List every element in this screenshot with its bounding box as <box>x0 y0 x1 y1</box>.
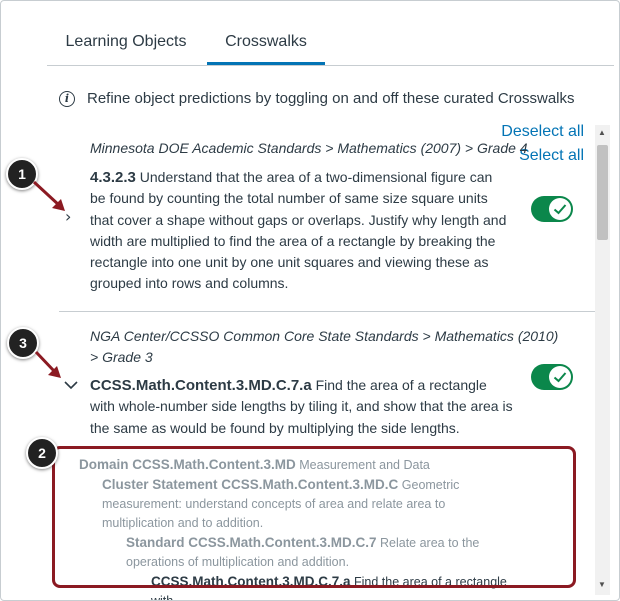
standard-code: 4.3.2.3 <box>90 169 136 186</box>
scroll-down-icon[interactable]: ▼ <box>598 580 606 589</box>
check-icon <box>549 366 571 388</box>
callout-badge-2: 2 <box>26 437 58 469</box>
chevron-down-icon[interactable] <box>64 376 78 394</box>
info-text: Refine object predictions by toggling on… <box>87 90 575 107</box>
crosswalk-standard: 4.3.2.3 Understand that the area of a tw… <box>90 167 510 295</box>
check-icon <box>549 198 571 220</box>
scroll-up-icon[interactable]: ▲ <box>598 128 606 137</box>
scrollbar[interactable]: ▲ ▼ <box>595 125 610 595</box>
callout-arrow-1 <box>32 180 65 211</box>
standard-description: Understand that the area of a two-dimens… <box>90 169 507 292</box>
info-icon: i <box>59 90 75 107</box>
info-message: i Refine object predictions by toggling … <box>59 90 575 107</box>
scrollbar-thumb[interactable] <box>597 145 608 240</box>
standard-code: CCSS.Math.Content.3.MD.C.7.a <box>90 377 312 394</box>
tab-learning-objects[interactable]: Learning Objects <box>52 27 200 65</box>
callout-arrow-3 <box>34 350 61 378</box>
crosswalk-breadcrumb-grade: > Grade 3 <box>90 349 153 365</box>
tab-crosswalks[interactable]: Crosswalks <box>207 27 325 65</box>
crosswalk-breadcrumb: NGA Center/CCSSO Common Core State Stand… <box>90 328 559 344</box>
crosswalk-toggle[interactable] <box>531 196 573 222</box>
crosswalk-standard: CCSS.Math.Content.3.MD.C.7.a Find the ar… <box>90 375 515 439</box>
annotation-highlight-box <box>52 446 576 588</box>
crosswalk-toggle[interactable] <box>531 364 573 390</box>
tab-bar: Learning Objects Crosswalks <box>47 27 614 66</box>
crosswalk-breadcrumb: Minnesota DOE Academic Standards > Mathe… <box>90 140 528 156</box>
deselect-all-link[interactable]: Deselect all <box>471 123 584 141</box>
divider <box>59 311 599 312</box>
